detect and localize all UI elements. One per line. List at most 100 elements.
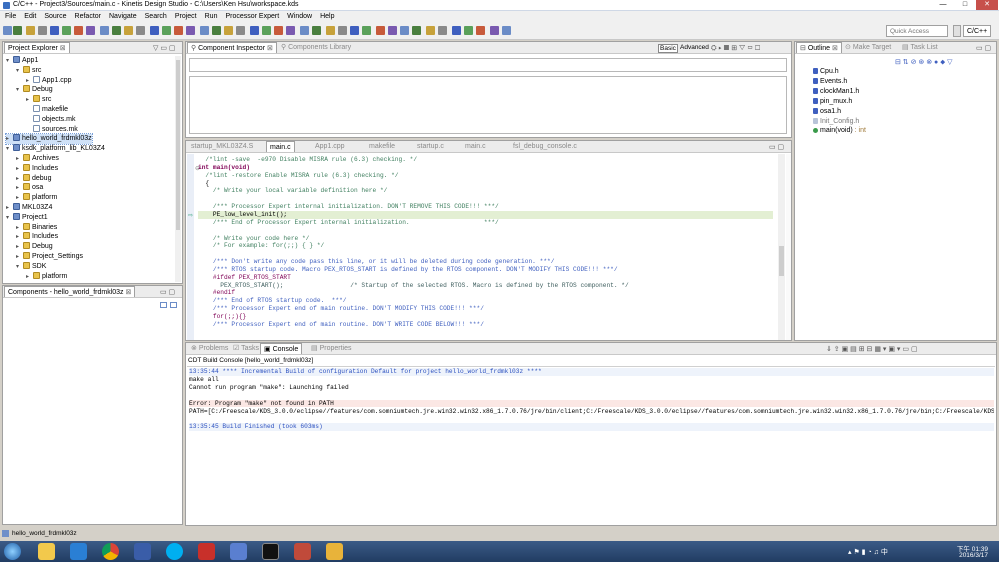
toolbar-button-icon[interactable] xyxy=(26,26,35,35)
menu-refactor[interactable]: Refactor xyxy=(75,13,101,20)
editor-min-max-icon[interactable]: ▭ ▢ xyxy=(769,143,784,151)
toolbar-button-icon[interactable] xyxy=(162,26,171,35)
outline-toolbar-icons[interactable]: ⊟ ⇅ ⊘ ⊛ ⊗ ● ⬥ ▽ xyxy=(895,58,952,67)
minimize-button[interactable]: — xyxy=(932,0,954,10)
tree-item[interactable]: ▾ src xyxy=(16,65,41,76)
menu-run[interactable]: Run xyxy=(205,13,218,20)
toolbar-button-icon[interactable] xyxy=(13,26,22,35)
toolbar-button-icon[interactable] xyxy=(300,26,309,35)
toolbar-button-icon[interactable] xyxy=(112,26,121,35)
tree-item[interactable]: ▸ Includes xyxy=(16,232,58,242)
acrobat-icon[interactable] xyxy=(198,543,215,560)
editor-tab[interactable]: fsl_debug_console.c xyxy=(510,141,580,152)
toolbar-button-icon[interactable] xyxy=(376,26,385,35)
toolbar-button-icon[interactable] xyxy=(38,26,47,35)
expand-arrow-icon[interactable]: ▸ xyxy=(6,134,13,144)
quick-access-input[interactable] xyxy=(886,25,948,37)
expand-arrow-icon[interactable]: ▸ xyxy=(6,203,13,213)
internet-explorer-icon[interactable] xyxy=(70,543,87,560)
perspective-cc-button[interactable]: C/C++ xyxy=(963,25,992,37)
outline-item[interactable]: Init_Config.h xyxy=(813,117,859,127)
toolbar-button-icon[interactable] xyxy=(250,26,259,35)
open-perspective-icon[interactable] xyxy=(953,25,961,37)
expand-arrow-icon[interactable]: ▾ xyxy=(16,66,23,76)
toolbar-button-icon[interactable] xyxy=(224,26,233,35)
menu-source[interactable]: Source xyxy=(44,13,66,20)
tree-item[interactable]: ▸ MKL03Z4 xyxy=(6,203,52,213)
scrollbar[interactable] xyxy=(175,56,181,282)
expand-arrow-icon[interactable]: ▸ xyxy=(16,193,23,203)
editor-tab[interactable]: makefile xyxy=(366,141,398,152)
menu-processor-expert[interactable]: Processor Expert xyxy=(225,13,279,20)
editor-tab[interactable]: startup_MKL03Z4.S xyxy=(188,141,256,152)
toolbar-button-icon[interactable] xyxy=(312,26,321,35)
minimize-icon[interactable]: ▭ ▢ xyxy=(160,288,175,296)
tree-item[interactable]: ▸ osa xyxy=(16,183,43,193)
expand-arrow-icon[interactable]: ▾ xyxy=(16,262,23,272)
toolbar-button-icon[interactable] xyxy=(86,26,95,35)
start-button-icon[interactable] xyxy=(4,543,21,560)
menu-help[interactable]: Help xyxy=(320,13,334,20)
console-toolbar-icons[interactable]: ⇓ ⇪ ▣ ▤ ⊞ ⊟ ▦ ▾ ▣ ▾ ▭ ▢ xyxy=(826,345,918,353)
toolbar-button-icon[interactable] xyxy=(476,26,485,35)
expand-arrow-icon[interactable]: ▸ xyxy=(16,223,23,233)
editor-tab[interactable]: main.c xyxy=(462,141,489,152)
tree-item[interactable]: ▸ platform xyxy=(16,193,57,203)
terminal-icon[interactable] xyxy=(262,543,279,560)
toolbar-button-icon[interactable] xyxy=(200,26,209,35)
link-icon[interactable] xyxy=(170,302,177,308)
editor-tab[interactable]: startup.c xyxy=(414,141,447,152)
toolbar-button-icon[interactable] xyxy=(74,26,83,35)
tab-outline[interactable]: ⊟ Outline ⊠ xyxy=(796,42,842,53)
expand-arrow-icon[interactable]: ▸ xyxy=(16,183,23,193)
tab-component-inspector[interactable]: ⚲ Component Inspector ⊠ xyxy=(187,42,277,53)
tab-components-library[interactable]: ⚲ Components Library xyxy=(278,42,354,53)
app-icon-yellow[interactable] xyxy=(326,543,343,560)
menu-navigate[interactable]: Navigate xyxy=(109,13,137,20)
toolbar-button-icon[interactable] xyxy=(174,26,183,35)
console-output[interactable]: 13:35:44 **** Incremental Build of confi… xyxy=(187,366,995,524)
tree-item[interactable]: ▾ SDK xyxy=(16,261,46,272)
basic-button[interactable]: Basic xyxy=(658,44,678,53)
tree-item[interactable]: makefile xyxy=(26,105,68,115)
maximize-button[interactable]: □ xyxy=(954,0,976,10)
toolbar-button-icon[interactable] xyxy=(212,26,221,35)
expand-arrow-icon[interactable]: ▾ xyxy=(16,85,23,95)
outline-item[interactable]: Cpu.h xyxy=(813,67,839,77)
toolbar-button-icon[interactable] xyxy=(236,26,245,35)
toolbar-button-icon[interactable] xyxy=(274,26,283,35)
toolbar-button-icon[interactable] xyxy=(438,26,447,35)
outline-item[interactable]: clockMan1.h xyxy=(813,87,859,97)
toolbar-button-icon[interactable] xyxy=(338,26,347,35)
advanced-button[interactable]: Advanced xyxy=(680,44,709,51)
tray-icons[interactable]: ▴ ⚑ ▮ ◔ ♫ 中 xyxy=(848,547,888,557)
tree-item[interactable]: ▸ Archives xyxy=(16,154,59,164)
toolbar-button-icon[interactable] xyxy=(362,26,371,35)
bottom-tab[interactable]: ▣ Console xyxy=(260,343,303,354)
tree-item[interactable]: ▸ Project_Settings xyxy=(16,252,83,262)
toolbar-button-icon[interactable] xyxy=(388,26,397,35)
toolbar-button-icon[interactable] xyxy=(124,26,133,35)
bottom-tab[interactable]: ⊗ Problems xyxy=(188,343,231,354)
expand-arrow-icon[interactable]: ▾ xyxy=(6,56,13,66)
menu-file[interactable]: File xyxy=(5,13,16,20)
editor-scrollbar[interactable] xyxy=(778,154,785,340)
tree-item[interactable]: ▸ hello_world_frdmkl03z xyxy=(5,133,93,146)
media-player-icon[interactable] xyxy=(134,543,151,560)
tree-item[interactable]: ▸ Debug xyxy=(16,242,53,252)
toolbar-button-icon[interactable] xyxy=(286,26,295,35)
tree-item[interactable]: ▾ Debug xyxy=(16,85,53,95)
menu-edit[interactable]: Edit xyxy=(24,13,36,20)
expand-arrow-icon[interactable]: ▸ xyxy=(26,95,33,105)
inspector-field[interactable] xyxy=(189,58,787,72)
toolbar-button-icon[interactable] xyxy=(50,26,59,35)
view-menu-icon[interactable]: ▽ ▭ ▢ xyxy=(153,44,176,52)
expand-arrow-icon[interactable]: ▸ xyxy=(16,242,23,252)
expand-arrow-icon[interactable]: ▸ xyxy=(16,154,23,164)
toolbar-button-icon[interactable] xyxy=(426,26,435,35)
tab-components[interactable]: Components - hello_world_frdmkl03z ⊠ xyxy=(4,286,136,297)
toolbar-button-icon[interactable] xyxy=(150,26,159,35)
paint-icon[interactable] xyxy=(294,543,311,560)
collapse-icon[interactable] xyxy=(160,302,167,308)
menu-project[interactable]: Project xyxy=(175,13,197,20)
